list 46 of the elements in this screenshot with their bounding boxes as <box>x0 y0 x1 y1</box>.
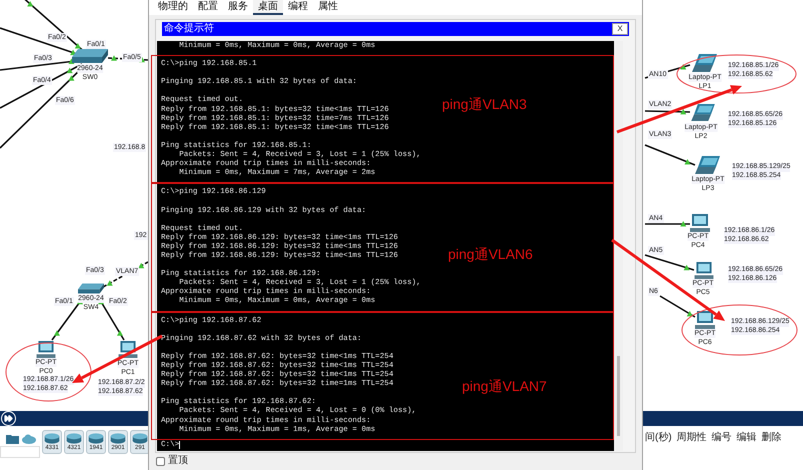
router-icon <box>88 433 104 444</box>
computer-icon[interactable] <box>690 214 710 232</box>
switch-icon[interactable] <box>72 49 108 63</box>
router-icon <box>110 433 126 444</box>
tab[interactable]: 物理的 <box>153 0 193 15</box>
scrollbar-thumb[interactable] <box>617 356 620 436</box>
fast-forward-icon <box>4 414 13 423</box>
search-field[interactable] <box>0 446 40 458</box>
tab[interactable]: 编程 <box>283 0 313 15</box>
checkbox-label: 置顶 <box>168 455 188 467</box>
tab[interactable]: 服务 <box>223 0 253 15</box>
network-link <box>644 108 690 114</box>
router-icon <box>44 433 60 444</box>
column-header: 编辑 <box>736 432 757 444</box>
tab[interactable]: 属性 <box>313 0 343 15</box>
column-header: 删除 <box>762 432 782 444</box>
cloud-icon[interactable] <box>22 434 36 444</box>
checkbox[interactable] <box>156 456 165 466</box>
computer-icon[interactable] <box>695 311 715 329</box>
laptop-icon[interactable] <box>690 104 717 121</box>
scrollbar[interactable] <box>614 41 623 451</box>
text-cursor <box>179 441 180 450</box>
router-icon <box>66 433 82 444</box>
tab[interactable]: 桌面 <box>253 0 283 15</box>
switch-icon[interactable] <box>78 283 104 294</box>
tab[interactable]: 配置 <box>193 0 223 15</box>
computer-icon[interactable] <box>118 341 138 358</box>
network-link <box>644 254 694 271</box>
router-icon <box>132 433 148 444</box>
computer-icon[interactable] <box>36 341 56 358</box>
fast-forward-button[interactable] <box>1 411 16 426</box>
network-link <box>660 295 696 318</box>
network-link <box>644 144 696 166</box>
column-header: 间(秒) <box>645 432 672 444</box>
annotation-label: ping通VLAN7 <box>462 378 547 394</box>
laptop-icon[interactable] <box>695 156 721 174</box>
annotation-label: ping通VLAN3 <box>442 96 527 112</box>
column-header: 编号 <box>712 432 732 444</box>
annotation-label: ping通VLAN6 <box>448 246 533 262</box>
column-header: 周期性 <box>676 432 707 444</box>
window-title: 命令提示符 <box>164 23 214 35</box>
network-link <box>645 221 690 226</box>
laptop-icon[interactable] <box>692 54 718 72</box>
computer-icon[interactable] <box>694 262 714 279</box>
folder-icon[interactable] <box>6 434 19 444</box>
close-button[interactable]: X <box>612 23 628 35</box>
